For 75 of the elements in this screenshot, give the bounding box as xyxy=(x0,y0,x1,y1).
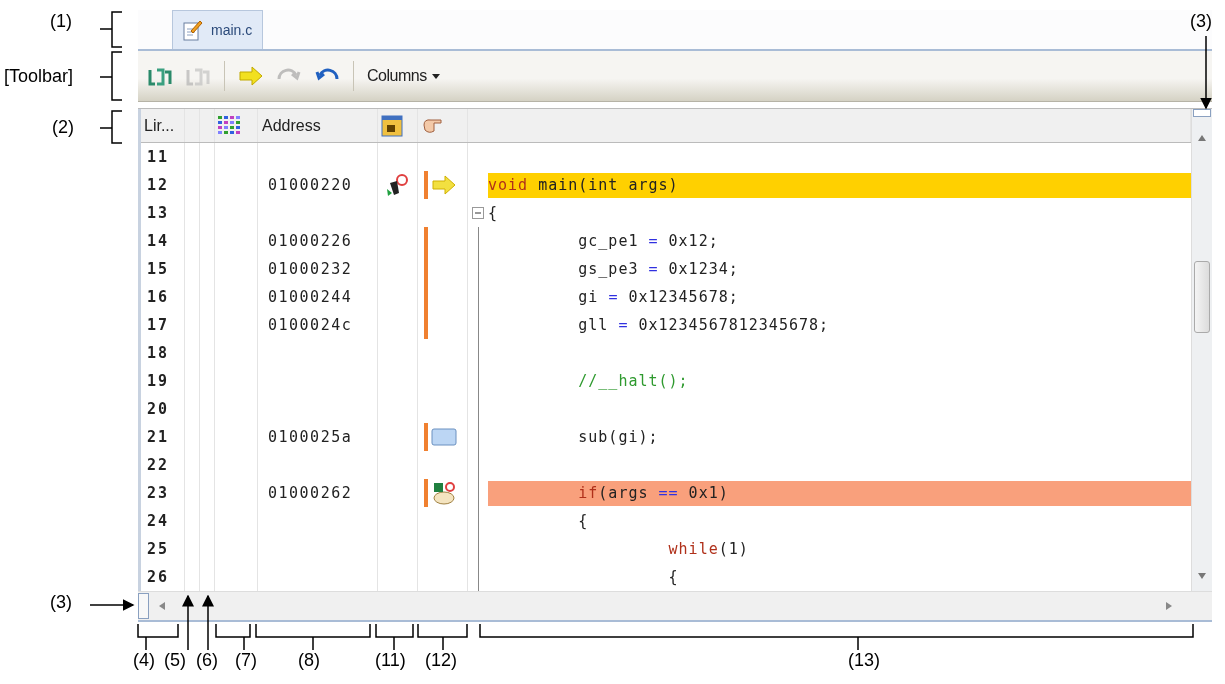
line-number: 24 xyxy=(141,507,185,535)
address-cell: 01000244 xyxy=(268,288,353,306)
line-number: 12 xyxy=(141,171,185,199)
address-cell: 0100025a xyxy=(268,428,353,446)
file-tab[interactable]: main.c xyxy=(172,10,264,49)
splitter-handle[interactable] xyxy=(1193,109,1211,117)
line-number: 20 xyxy=(141,395,185,423)
code-line: void main(int args) xyxy=(488,176,679,194)
scroll-thumb[interactable] xyxy=(1194,261,1210,333)
callout-label: (5) xyxy=(164,650,186,671)
line-number: 18 xyxy=(141,339,185,367)
splitter-handle[interactable] xyxy=(138,593,149,619)
bracket-line xyxy=(375,623,414,651)
bracket-line xyxy=(99,110,123,144)
code-line: gc_pe1 = 0x12; xyxy=(577,232,719,250)
code-line: if(args == 0x1) xyxy=(577,484,729,502)
vertical-scrollbar[interactable] xyxy=(1191,109,1212,591)
collapse-icon[interactable] xyxy=(472,207,484,219)
bracket-line xyxy=(99,11,123,48)
callout-label: (11) xyxy=(375,650,406,671)
code-line: gs_pe3 = 0x1234; xyxy=(577,260,739,278)
column-header[interactable]: Address xyxy=(258,109,378,142)
window-lock-icon xyxy=(381,114,403,137)
scroll-right-icon[interactable] xyxy=(1166,602,1172,610)
scroll-left-icon[interactable] xyxy=(159,602,165,610)
callout-label: (3) xyxy=(50,592,72,613)
code-line: { xyxy=(488,204,499,222)
line-number: 19 xyxy=(141,367,185,395)
grid-icon xyxy=(218,115,242,136)
code-line: gll = 0x1234567812345678; xyxy=(577,316,830,334)
column-header[interactable]: Lir... xyxy=(141,109,185,142)
columns-menu-button[interactable]: Columns xyxy=(364,65,443,87)
code-line: sub(gi); xyxy=(577,428,659,446)
callout-label: (12) xyxy=(425,650,457,671)
callout-label: [Toolbar] xyxy=(4,66,74,87)
address-cell: 01000232 xyxy=(268,260,353,278)
address-cell: 0100024c xyxy=(268,316,353,334)
line-number: 25 xyxy=(141,535,185,563)
document-pencil-icon xyxy=(183,19,203,41)
line-number: 23 xyxy=(141,479,185,507)
line-number: 17 xyxy=(141,311,185,339)
line-number: 15 xyxy=(141,255,185,283)
code-line: { xyxy=(667,568,679,586)
bracket-line xyxy=(417,623,468,651)
leader-arrow xyxy=(182,594,194,651)
line-number: 21 xyxy=(141,423,185,451)
bracket-line xyxy=(215,623,251,651)
callout-label: (1) xyxy=(50,11,72,32)
callout-label: (13) xyxy=(848,650,880,671)
callout-label: (3) xyxy=(1190,11,1212,32)
code-line: while(1) xyxy=(667,540,749,558)
callout-label: (8) xyxy=(298,650,320,671)
line-number: 22 xyxy=(141,451,185,479)
leader-arrow xyxy=(89,599,135,611)
scroll-up-icon[interactable] xyxy=(1198,135,1206,141)
address-cell: 01000226 xyxy=(268,232,353,250)
address-cell: 01000262 xyxy=(268,484,353,502)
line-number: 14 xyxy=(141,227,185,255)
callout-label: (4) xyxy=(133,650,155,671)
code-line: gi = 0x12345678; xyxy=(577,288,739,306)
callout-label: (2) xyxy=(52,117,74,138)
bracket-line xyxy=(99,51,123,101)
scroll-down-icon[interactable] xyxy=(1198,573,1206,579)
bracket-line xyxy=(137,623,179,651)
line-number: 13 xyxy=(141,199,185,227)
caret-icon xyxy=(431,73,440,79)
code-line: //__halt(); xyxy=(577,372,689,390)
line-number: 16 xyxy=(141,283,185,311)
callout-label: (6) xyxy=(196,650,218,671)
line-number: 11 xyxy=(141,143,185,171)
address-cell: 01000220 xyxy=(268,176,353,194)
horizontal-scrollbar[interactable] xyxy=(138,591,1212,620)
code-line: { xyxy=(577,512,589,530)
callout-label: (7) xyxy=(235,650,257,671)
leader-arrow xyxy=(202,594,214,651)
